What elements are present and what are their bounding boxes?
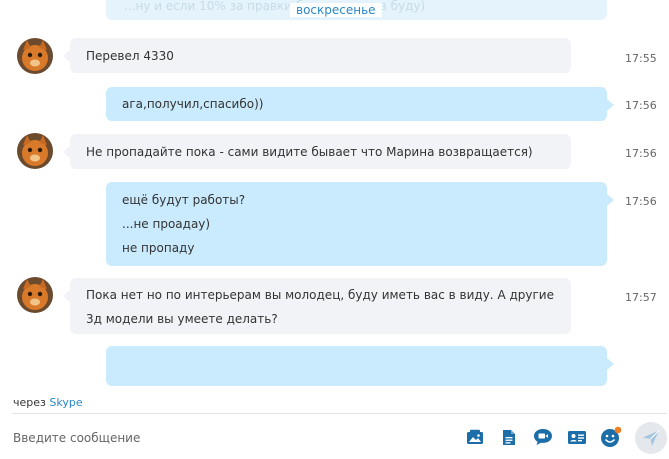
chat-history[interactable]: ...ну и если 10% за правки буду счастлив… <box>0 0 669 392</box>
day-separator: воскресенье <box>290 3 382 17</box>
via-skype-label: через Skype <box>13 396 83 409</box>
message-text: ага,получил,спасибо)) <box>122 97 264 111</box>
cat-avatar-icon <box>17 38 53 74</box>
skype-link[interactable]: Skype <box>49 396 82 409</box>
message-text: 3д модели вы умеете делать? <box>86 312 278 326</box>
message-text: ...не проадау) <box>122 217 211 231</box>
message-time: 17:57 <box>625 291 657 304</box>
divider <box>12 413 667 414</box>
message-text: ещё будут работы? <box>122 193 246 207</box>
cat-avatar-icon <box>17 277 53 313</box>
contact-card-icon[interactable] <box>566 426 588 448</box>
message-bubble-incoming[interactable]: Пока нет но по интерьерам вы молодец, бу… <box>63 278 571 334</box>
send-button[interactable] <box>635 422 667 454</box>
message-time: 17:56 <box>625 147 657 160</box>
file-icon[interactable] <box>498 426 520 448</box>
message-text: Пока нет но по интерьерам вы молодец, бу… <box>86 288 554 302</box>
emoji-icon[interactable] <box>600 426 622 448</box>
message-time: 17:56 <box>625 195 657 208</box>
message-time: 17:56 <box>625 99 657 112</box>
message-bubble-outgoing[interactable]: ага,получил,спасибо)) <box>106 87 614 121</box>
message-text: Перевел 4330 <box>86 49 174 63</box>
message-bubble-incoming[interactable]: Перевел 4330 <box>63 38 571 73</box>
message-text: Не пропадайте пока - сами видите бывает … <box>86 145 533 159</box>
send-icon <box>643 430 660 446</box>
video-message-icon[interactable] <box>532 426 554 448</box>
avatar[interactable] <box>17 277 53 313</box>
message-bubble-outgoing[interactable]: ещё будут работы? ...не проадау) не проп… <box>106 182 614 266</box>
avatar[interactable] <box>17 133 53 169</box>
message-text: не пропаду <box>122 241 195 255</box>
cat-avatar-icon <box>17 133 53 169</box>
message-time: 17:55 <box>625 52 657 65</box>
message-input[interactable]: Введите сообщение <box>13 431 433 445</box>
message-bubble-incoming[interactable]: Не пропадайте пока - сами видите бывает … <box>63 134 571 169</box>
message-bubble-outgoing[interactable] <box>106 346 614 386</box>
via-prefix: через <box>13 396 46 409</box>
avatar[interactable] <box>17 38 53 74</box>
media-icon[interactable] <box>464 426 486 448</box>
